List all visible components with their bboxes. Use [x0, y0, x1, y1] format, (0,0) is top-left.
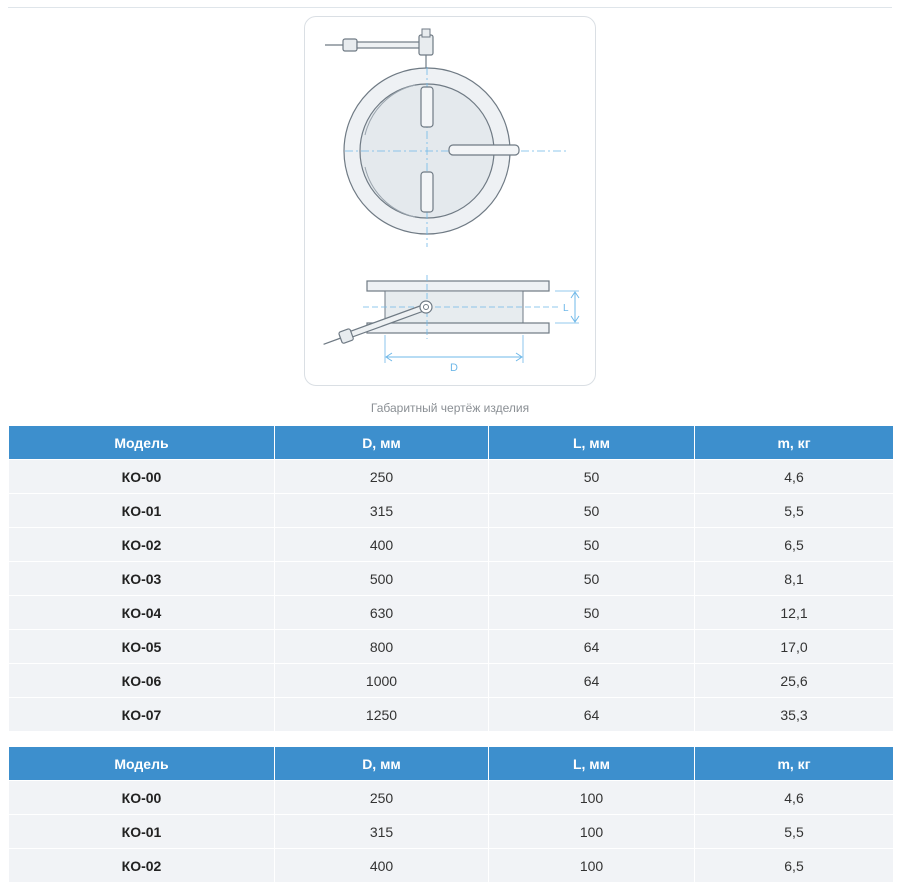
cell-mass: 35,3	[694, 697, 894, 732]
cell-diameter: 1250	[274, 697, 489, 732]
table-row: КО-03 500 50 8,1	[8, 561, 894, 596]
cell-length: 50	[488, 493, 695, 528]
side-pivot	[419, 300, 433, 314]
table-row: КО-06 1000 64 25,6	[8, 663, 894, 698]
cell-model: КО-05	[8, 629, 275, 664]
table-row: КО-02 400 50 6,5	[8, 527, 894, 562]
side-flange-top	[366, 280, 550, 292]
cell-model: КО-02	[8, 527, 275, 562]
slot-right	[448, 144, 520, 156]
handle-rod	[356, 41, 422, 49]
cell-model: КО-03	[8, 561, 275, 596]
cell-mass: 4,6	[694, 780, 894, 815]
top-divider	[8, 7, 892, 8]
handle-weight	[342, 38, 358, 52]
header-model: Модель	[8, 746, 275, 781]
cell-length: 100	[488, 814, 695, 849]
cell-mass: 12,1	[694, 595, 894, 630]
spec-table-2: Модель D, мм L, мм m, кг КО-00 250 100 4…	[8, 746, 894, 883]
cell-model: КО-06	[8, 663, 275, 698]
table-header-row: Модель D, мм L, мм m, кг	[8, 746, 894, 781]
cell-model: КО-00	[8, 780, 275, 815]
handle-bolt	[421, 28, 431, 38]
table-row: КО-00 250 50 4,6	[8, 459, 894, 494]
cell-length: 64	[488, 663, 695, 698]
d-dimension-label: D	[450, 362, 458, 374]
figure-caption: Габаритный чертёж изделия	[370, 401, 530, 415]
cell-model: КО-01	[8, 814, 275, 849]
cell-model: КО-07	[8, 697, 275, 732]
table-row: КО-00 250 100 4,6	[8, 780, 894, 815]
l-dimension-label: L	[563, 303, 569, 314]
cell-length: 64	[488, 629, 695, 664]
cell-model: КО-00	[8, 459, 275, 494]
cell-diameter: 250	[274, 459, 489, 494]
table-row: КО-07 1250 64 35,3	[8, 697, 894, 732]
header-model: Модель	[8, 425, 275, 460]
header-mass: m, кг	[694, 746, 894, 781]
header-length: L, мм	[488, 746, 695, 781]
cell-diameter: 500	[274, 561, 489, 596]
spec-table-1: Модель D, мм L, мм m, кг КО-00 250 50 4,…	[8, 425, 894, 732]
cell-mass: 17,0	[694, 629, 894, 664]
cell-diameter: 800	[274, 629, 489, 664]
cell-mass: 6,5	[694, 527, 894, 562]
cell-model: КО-04	[8, 595, 275, 630]
cell-diameter: 1000	[274, 663, 489, 698]
cell-diameter: 250	[274, 780, 489, 815]
slot-top	[420, 86, 434, 128]
damper-drawing: L D	[323, 28, 580, 374]
table-row: КО-01 315 50 5,5	[8, 493, 894, 528]
cell-length: 50	[488, 561, 695, 596]
cell-length: 50	[488, 595, 695, 630]
header-diameter: D, мм	[274, 746, 489, 781]
cell-model: КО-02	[8, 848, 275, 883]
cell-diameter: 400	[274, 848, 489, 883]
header-diameter: D, мм	[274, 425, 489, 460]
cell-diameter: 315	[274, 493, 489, 528]
cell-mass: 5,5	[694, 814, 894, 849]
table-header-row: Модель D, мм L, мм m, кг	[8, 425, 894, 460]
cell-length: 50	[488, 527, 695, 562]
drawing-frame: L D	[304, 16, 596, 386]
cell-mass: 8,1	[694, 561, 894, 596]
slot-bottom	[420, 171, 434, 213]
cell-length: 64	[488, 697, 695, 732]
table-row: КО-04 630 50 12,1	[8, 595, 894, 630]
table-row: КО-01 315 100 5,5	[8, 814, 894, 849]
cell-model: КО-01	[8, 493, 275, 528]
side-flange-bottom	[366, 322, 550, 334]
cell-mass: 25,6	[694, 663, 894, 698]
cell-diameter: 400	[274, 527, 489, 562]
cell-length: 100	[488, 780, 695, 815]
cell-mass: 6,5	[694, 848, 894, 883]
table-row: КО-02 400 100 6,5	[8, 848, 894, 883]
header-mass: m, кг	[694, 425, 894, 460]
cell-mass: 4,6	[694, 459, 894, 494]
cell-diameter: 630	[274, 595, 489, 630]
header-length: L, мм	[488, 425, 695, 460]
cell-mass: 5,5	[694, 493, 894, 528]
cell-length: 100	[488, 848, 695, 883]
handle-bracket	[418, 34, 434, 56]
cell-length: 50	[488, 459, 695, 494]
cell-diameter: 315	[274, 814, 489, 849]
table-row: КО-05 800 64 17,0	[8, 629, 894, 664]
